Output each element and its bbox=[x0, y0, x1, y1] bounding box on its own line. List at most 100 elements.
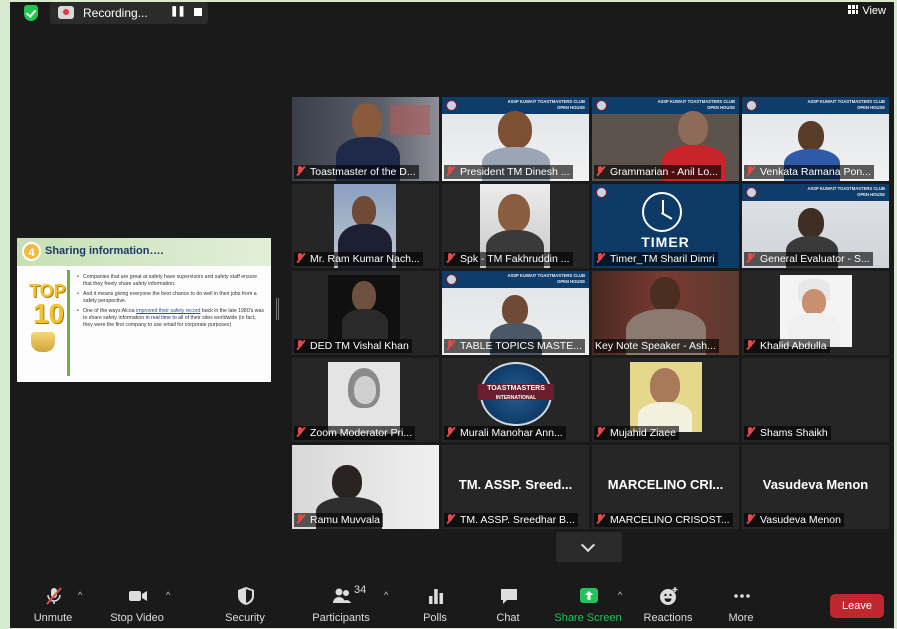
participant-tile[interactable]: ASSP KUWAIT TOASTMASTERS CLUB OPEN HOUSE … bbox=[742, 97, 889, 181]
reactions-button[interactable]: Reactions bbox=[633, 584, 703, 628]
participant-tile[interactable]: TOASTMASTERS INTERNATIONAL Murali Manohar… bbox=[442, 358, 589, 442]
active-speaker-tile[interactable]: Key Note Speaker - Ash... bbox=[592, 271, 739, 355]
participant-name: Shams Shaikh bbox=[744, 426, 831, 440]
security-button[interactable]: Security bbox=[210, 584, 280, 628]
participant-tile[interactable]: Mr. Ram Kumar Nach... bbox=[292, 184, 439, 268]
view-button[interactable]: View bbox=[848, 5, 886, 17]
video-options-caret-icon[interactable]: ^ bbox=[166, 590, 170, 600]
muted-mic-icon bbox=[745, 252, 757, 264]
participant-head bbox=[352, 281, 376, 311]
slide-bullets: Companies that are great at safety have … bbox=[77, 274, 265, 332]
participant-name-text: General Evaluator - S... bbox=[760, 253, 870, 265]
participant-tile[interactable]: Toastmaster of the D... bbox=[292, 97, 439, 181]
participant-name: President TM Dinesh ... bbox=[444, 165, 573, 179]
toastmasters-logo-icon bbox=[746, 187, 757, 198]
participant-tile[interactable]: Shams Shaikh bbox=[742, 358, 889, 442]
participants-button[interactable]: 34 Participants bbox=[306, 584, 376, 628]
participant-name-text: Shams Shaikh bbox=[760, 427, 828, 439]
slide-bullet: And it means giving everyone the best ch… bbox=[77, 291, 265, 304]
muted-mic-icon bbox=[745, 165, 757, 177]
banner-line2: OPEN HOUSE bbox=[857, 191, 885, 197]
participant-tile[interactable]: TIMER Timer_TM Sharil Dimri bbox=[592, 184, 739, 268]
slide-accent-line bbox=[67, 270, 70, 376]
slide-title: Sharing information…. bbox=[45, 245, 164, 257]
participant-tile[interactable]: DED TM Vishal Khan bbox=[292, 271, 439, 355]
more-button[interactable]: More bbox=[706, 584, 776, 628]
participant-tile[interactable]: Spk - TM Fakhruddin ... bbox=[442, 184, 589, 268]
audio-options-caret-icon[interactable]: ^ bbox=[78, 590, 82, 600]
split-view-divider[interactable] bbox=[276, 298, 279, 320]
video-background bbox=[390, 105, 430, 135]
participant-head bbox=[802, 289, 826, 315]
share-screen-label: Share Screen bbox=[554, 612, 622, 624]
participant-head bbox=[502, 295, 528, 325]
scroll-down-button[interactable] bbox=[556, 532, 622, 562]
share-options-caret-icon[interactable]: ^ bbox=[618, 590, 622, 600]
participant-tile[interactable]: Vasudeva Menon Vasudeva Menon bbox=[742, 445, 889, 529]
share-screen-button[interactable]: Share Screen bbox=[553, 584, 623, 628]
logo-text: TOASTMASTERS bbox=[487, 385, 545, 392]
participant-head bbox=[650, 368, 680, 404]
participant-body bbox=[342, 309, 388, 339]
muted-mic-icon bbox=[445, 165, 457, 177]
participant-name: Spk - TM Fakhruddin ... bbox=[444, 252, 573, 266]
chat-bubble-icon bbox=[501, 589, 517, 604]
toastmasters-logo-icon bbox=[596, 187, 607, 198]
security-shield-icon bbox=[238, 587, 254, 605]
participant-tile[interactable]: Ramu Muvvala bbox=[292, 445, 439, 529]
participant-name: General Evaluator - S... bbox=[744, 252, 873, 266]
participant-name-text: TM. ASSP. Sreedhar B... bbox=[460, 514, 575, 526]
club-banner: ASSP KUWAIT TOASTMASTERS CLUB OPEN HOUSE bbox=[742, 97, 889, 114]
participant-name-text: Venkata Ramana Pon... bbox=[760, 166, 871, 178]
muted-mic-icon bbox=[595, 426, 607, 438]
participant-head bbox=[798, 208, 824, 238]
more-dots-icon bbox=[734, 594, 750, 598]
participant-tile[interactable]: TM. ASSP. Sreed... TM. ASSP. Sreedhar B.… bbox=[442, 445, 589, 529]
participant-head bbox=[354, 376, 376, 404]
muted-mic-icon bbox=[745, 426, 757, 438]
chat-button[interactable]: Chat bbox=[473, 584, 543, 628]
encryption-shield-icon[interactable] bbox=[24, 5, 38, 21]
zoom-meeting-window: Recording... ❚❚ View 4 Sharing informati… bbox=[10, 2, 894, 628]
participant-tile[interactable]: Zoom Moderator Pri... bbox=[292, 358, 439, 442]
stop-icon[interactable] bbox=[194, 8, 202, 16]
participant-name-text: Ramu Muvvala bbox=[310, 514, 381, 526]
pause-icon[interactable]: ❚❚ bbox=[170, 6, 186, 17]
participant-tile[interactable]: Khalid Abdulla bbox=[742, 271, 889, 355]
participant-tile[interactable]: ASSP KUWAIT TOASTMASTERS CLUB OPEN HOUSE … bbox=[592, 97, 739, 181]
top-bar: Recording... ❚❚ View bbox=[10, 2, 894, 24]
participant-name-text: Key Note Speaker - Ash... bbox=[595, 340, 716, 352]
participant-name: Khalid Abdulla bbox=[744, 339, 830, 353]
muted-mic-icon bbox=[445, 426, 457, 438]
top-10-logo-number: 10 bbox=[33, 298, 65, 329]
banner-text: ASSP KUWAIT TOASTMASTERS CLUB OPEN HOUSE bbox=[807, 186, 885, 197]
club-banner: ASSP KUWAIT TOASTMASTERS CLUB OPEN HOUSE bbox=[742, 184, 889, 201]
grid-view-icon bbox=[848, 5, 859, 14]
toastmasters-logo-icon bbox=[746, 100, 757, 111]
participant-head bbox=[650, 277, 680, 311]
polls-button[interactable]: Polls bbox=[400, 584, 470, 628]
share-screen-icon bbox=[580, 588, 598, 603]
participant-name: Murali Manohar Ann... bbox=[444, 426, 566, 440]
participants-options-caret-icon[interactable]: ^ bbox=[384, 590, 388, 600]
banner-line2: OPEN HOUSE bbox=[707, 104, 735, 110]
slide-header: 4 Sharing information…. bbox=[17, 238, 271, 266]
participant-name: Vasudeva Menon bbox=[744, 513, 844, 527]
participant-tile[interactable]: ASSP KUWAIT TOASTMASTERS CLUB OPEN HOUSE … bbox=[442, 271, 589, 355]
leave-button[interactable]: Leave bbox=[830, 594, 884, 618]
participant-name: Ramu Muvvala bbox=[294, 513, 384, 527]
banner-line1: ASSP KUWAIT TOASTMASTERS CLUB bbox=[807, 186, 885, 191]
participant-tile[interactable]: ASSP KUWAIT TOASTMASTERS CLUB OPEN HOUSE … bbox=[442, 97, 589, 181]
banner-text: ASSP KUWAIT TOASTMASTERS CLUB OPEN HOUSE bbox=[657, 99, 735, 110]
shared-screen[interactable]: 4 Sharing information…. TOP 10 Companies… bbox=[17, 238, 271, 382]
participant-name: TABLE TOPICS MASTE... bbox=[444, 339, 585, 353]
participant-tile[interactable]: Mujahid Ziaee bbox=[592, 358, 739, 442]
participant-tile[interactable]: MARCELINO CRI... MARCELINO CRISOST... bbox=[592, 445, 739, 529]
participant-name-text: Mujahid Ziaee bbox=[610, 427, 676, 439]
stop-video-button[interactable]: Stop Video bbox=[102, 584, 172, 628]
participant-head bbox=[352, 196, 376, 226]
participant-name: Mujahid Ziaee bbox=[594, 426, 679, 440]
participant-tile[interactable]: ASSP KUWAIT TOASTMASTERS CLUB OPEN HOUSE … bbox=[742, 184, 889, 268]
muted-mic-icon bbox=[595, 252, 607, 264]
banner-line1: ASSP KUWAIT TOASTMASTERS CLUB bbox=[507, 99, 585, 104]
